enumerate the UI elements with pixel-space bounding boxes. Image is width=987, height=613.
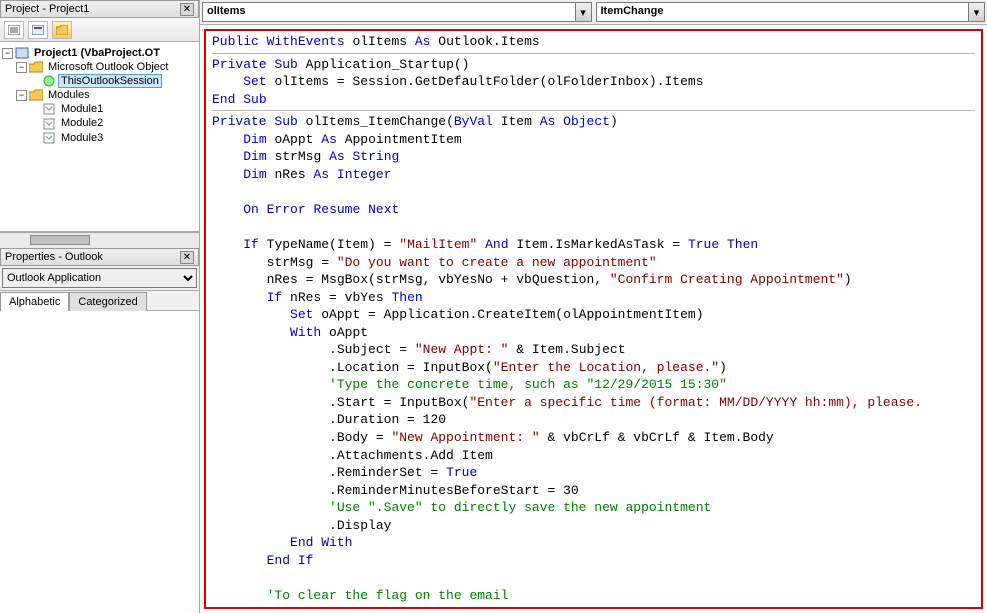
object-dropdown[interactable]: olItems ▾ (202, 2, 592, 22)
object-dropdown-value: olItems (203, 3, 575, 21)
code-editor[interactable]: Public WithEvents olItems As Outlook.Ite… (204, 29, 983, 609)
project-panel-header: Project - Project1 ✕ (0, 0, 199, 18)
properties-grid[interactable] (0, 311, 199, 613)
tab-categorized[interactable]: Categorized (69, 292, 146, 311)
properties-panel-header: Properties - Outlook ✕ (0, 248, 199, 266)
expand-icon[interactable]: − (16, 90, 27, 101)
tree-folder-outlook-objects[interactable]: − Microsoft Outlook Object (2, 60, 197, 74)
view-object-button[interactable] (28, 21, 48, 39)
chevron-down-icon[interactable]: ▾ (968, 3, 984, 21)
tree-item-label: Module1 (58, 102, 106, 116)
tree-item-label: Module3 (58, 131, 106, 145)
tab-alphabetic[interactable]: Alphabetic (0, 292, 69, 311)
procedure-dropdown[interactable]: ItemChange ▾ (596, 2, 986, 22)
procedure-dropdown-value: ItemChange (597, 3, 969, 21)
project-panel-title: Project - Project1 (5, 3, 89, 15)
tree-horizontal-scrollbar[interactable] (0, 232, 199, 248)
project-panel-close-icon[interactable]: ✕ (180, 3, 194, 16)
tree-item-label: ThisOutlookSession (58, 74, 162, 88)
tree-folder-modules[interactable]: − Modules (2, 88, 197, 102)
project-toolbar (0, 18, 199, 42)
properties-panel-close-icon[interactable]: ✕ (180, 251, 194, 264)
tree-folder-label: Microsoft Outlook Object (45, 60, 171, 74)
tree-folder-label: Modules (45, 88, 93, 102)
tree-item-module1[interactable]: Module1 (2, 102, 197, 116)
tree-root-label: Project1 (VbaProject.OT (31, 46, 163, 60)
tree-item-module3[interactable]: Module3 (2, 131, 197, 145)
toggle-folders-button[interactable] (52, 21, 72, 39)
chevron-down-icon[interactable]: ▾ (575, 3, 591, 21)
tree-item-label: Module2 (58, 116, 106, 130)
project-tree[interactable]: −Project1 (VbaProject.OT −Microsoft Outl… (0, 42, 199, 232)
properties-object-select[interactable]: Outlook Application (2, 268, 197, 288)
tree-item-module2[interactable]: Module2 (2, 116, 197, 130)
properties-object-selector[interactable]: Outlook Application (0, 266, 199, 291)
tree-root[interactable]: − Project1 (VbaProject.OT (2, 46, 197, 60)
view-code-button[interactable] (4, 21, 24, 39)
expand-icon[interactable]: − (2, 48, 13, 59)
properties-panel-title: Properties - Outlook (5, 251, 103, 263)
tree-item-thisoutlooksession[interactable]: ThisOutlookSession (2, 74, 197, 88)
expand-icon[interactable]: − (16, 62, 27, 73)
